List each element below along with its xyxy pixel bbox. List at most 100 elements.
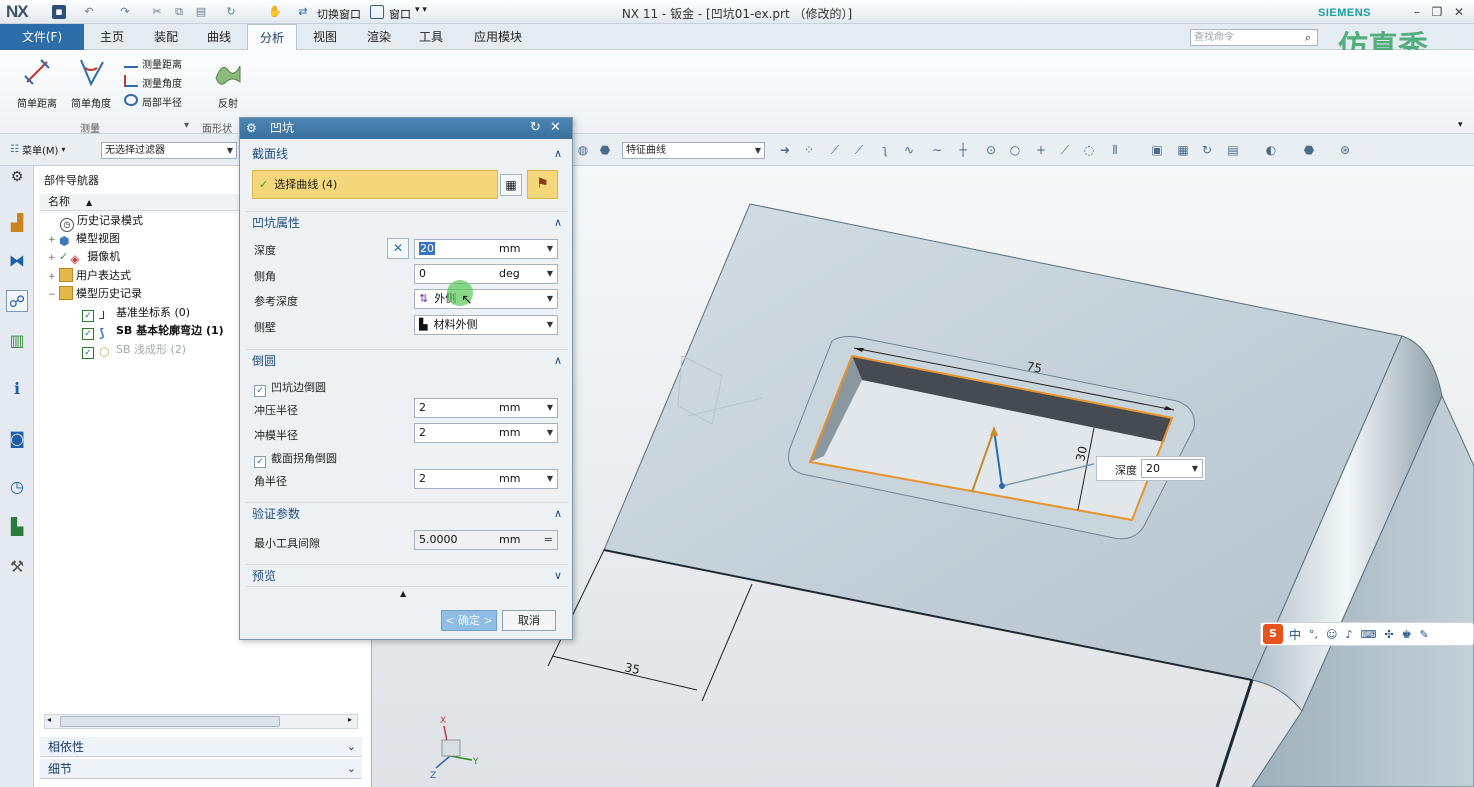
tree-item-user-expressions[interactable]: + 用户表达式 [48,267,131,285]
navigator-scroll-thumb[interactable] [60,716,280,727]
depth-input[interactable]: 20 mm ▼ [414,239,558,259]
tree-item-history-mode[interactable]: ◷ 历史记录模式 [60,212,143,232]
snap-face-icon[interactable]: ◌ [1082,143,1096,157]
image-icon[interactable]: ▦ [1176,143,1190,157]
local-radius-button[interactable]: 局部半径 [124,94,182,109]
cancel-button[interactable]: 取消 [502,610,556,631]
edge-round-option[interactable]: ✓ 凹坑边倒圆 [254,379,326,397]
collapse-arrow-icon[interactable]: ▲ [400,589,406,598]
wrench-icon[interactable]: ✎ [1420,628,1429,641]
keyboard-icon[interactable]: ⌨ [1361,628,1377,641]
sketch-section-icon[interactable]: ▦ [500,174,522,196]
rotate-view-icon[interactable]: ↻ [1200,143,1214,157]
snap-line-icon[interactable]: ⟋ [828,143,842,157]
punctuation-icon[interactable]: °, [1309,628,1318,641]
snap-points-icon[interactable]: ⁘ [802,143,816,157]
snap-wave-icon[interactable]: ∼ [930,143,944,157]
curve-select-icon[interactable]: ⚑ [527,170,558,199]
settings-gear-icon[interactable]: ⚙ [6,166,28,188]
snap-bar-icon[interactable]: ⫴ [1108,143,1122,157]
section-properties-header[interactable]: 凹坑属性 ∧ [246,211,568,233]
simple-distance-button[interactable]: 简单距离 [12,56,62,110]
expand-icon[interactable]: + [48,231,56,249]
tree-item-cameras[interactable]: + ✓ ◈ 摄像机 [48,248,120,266]
tab-view[interactable]: 视图 [300,24,350,50]
corner-radius-input[interactable]: 2 mm ▼ [414,469,558,489]
simple-angle-button[interactable]: 简单角度 [66,56,116,110]
skin-icon[interactable]: ✣ [1384,628,1393,641]
snap-endpoint-icon[interactable]: ⟋ [852,143,866,157]
restore-icon[interactable]: ❐ [1428,4,1446,20]
details-panel[interactable]: 细节 ⌄ [40,759,362,779]
measure-distance-button[interactable]: 测量距离 [124,56,182,71]
curve-rule-select[interactable]: 特征曲线 ▼ [622,142,765,159]
process-studio-icon[interactable]: ▙ [6,516,28,538]
ribbon-options-icon[interactable]: ▾ [1458,120,1463,130]
snap-intersection-icon[interactable]: ┼ [956,143,970,157]
visibility-checkbox[interactable]: ✓ [82,310,94,322]
snap-spline-icon[interactable]: ∿ [902,143,916,157]
section-round-header[interactable]: 倒圆 ∧ [246,349,568,371]
ime-toolbar[interactable]: S 中 °, ☺ ♪ ⌨ ✣ ♚ ✎ [1260,622,1474,646]
snap-curve-icon[interactable]: ʅ [878,143,892,157]
punch-radius-input[interactable]: 2 mm ▼ [414,398,558,418]
assembly-navigator-icon[interactable]: ▟ [6,212,28,234]
snap-center-icon[interactable]: ⊙ [984,143,998,157]
visibility-checkbox[interactable]: ✓ [82,347,94,359]
measure-angle-button[interactable]: 测量角度 [124,75,182,90]
cube-view-icon[interactable]: ⬣ [1302,143,1316,157]
history-icon[interactable]: ◙ [6,428,28,450]
select-curve-field[interactable]: ✓ 选择曲线 (4) [252,170,498,199]
ime-mode-label[interactable]: 中 [1289,626,1301,643]
dependencies-panel[interactable]: 相依性 ⌄ [40,737,362,757]
depth-onscreen-input[interactable]: 深度 20 ▼ [1096,456,1206,481]
reflection-button[interactable]: 反射 [205,56,251,110]
clock-icon[interactable]: ◷ [6,476,28,498]
corner-round-checkbox[interactable]: ✓ [254,456,266,468]
tab-analysis[interactable]: 分析 [247,24,297,50]
snap-on-curve-icon[interactable]: ⟋ [1058,143,1072,157]
dialog-title-bar[interactable]: 凹坑 [240,118,572,139]
close-icon[interactable]: ✕ [1450,4,1468,20]
expand-icon[interactable]: + [48,249,56,267]
role-icon[interactable]: ⚒ [6,556,28,578]
reuse-library-icon[interactable]: ▥ [6,330,28,352]
edge-round-checkbox[interactable]: ✓ [254,385,266,397]
file-menu[interactable]: 文件(F) [0,24,84,50]
tab-applications[interactable]: 应用模块 [458,24,538,50]
tree-item-model-history[interactable]: − 模型历史记录 [48,285,142,303]
scroll-right-icon[interactable]: ▸ [348,715,352,724]
visibility-checkbox[interactable]: ✓ [82,328,94,340]
reference-depth-select[interactable]: ⇅ 外侧 ▼ [414,289,558,309]
tree-item-datum-csys[interactable]: ✓ ⅃ 基准坐标系 (0) [82,304,190,322]
tab-home[interactable]: 主页 [88,24,136,50]
reverse-direction-icon[interactable]: ✕ [387,238,409,259]
part-navigator-icon[interactable]: ☍ [6,290,28,312]
dialog-gear-icon[interactable]: ⚙ [246,121,257,135]
depth-onscreen-value[interactable]: 20 ▼ [1141,459,1203,478]
main-menu-button[interactable]: ☷ 菜单(M) ▾ [10,142,65,157]
draft-angle-input[interactable]: 0 deg ▼ [414,264,558,284]
arrow-icon[interactable]: ➜ [778,143,792,157]
dialog-close-icon[interactable]: ✕ [550,120,561,135]
emoji-icon[interactable]: ☺ [1326,628,1337,641]
shirt-icon[interactable]: ♚ [1402,628,1412,641]
web-browser-icon[interactable]: ℹ [6,378,28,400]
ok-button[interactable]: < 确定 > [441,610,497,631]
layout-icon[interactable]: ▤ [1226,143,1240,157]
tab-render[interactable]: 渲染 [354,24,404,50]
search-icon[interactable]: ⌕ [1298,29,1318,46]
tree-item-model-views[interactable]: + ⬢ 模型视图 [48,230,120,248]
tab-assembly[interactable]: 装配 [140,24,192,50]
constraint-navigator-icon[interactable]: ⧓ [6,250,28,272]
view-orient-icon[interactable]: ▣ [1150,143,1164,157]
section-curve-header[interactable]: 截面线 ∧ [246,143,568,165]
section-verify-header[interactable]: 验证参数 ∧ [246,502,568,524]
snap-point-icon[interactable]: + [1034,143,1048,157]
tab-curve[interactable]: 曲线 [194,24,244,50]
scroll-left-icon[interactable]: ◂ [47,715,51,724]
minimize-icon[interactable]: – [1408,4,1426,20]
collapse-icon[interactable]: − [48,286,56,304]
snap-quadrant-icon[interactable]: ○ [1008,143,1022,157]
side-wall-select[interactable]: ▙ 材料外侧 ▼ [414,315,558,335]
